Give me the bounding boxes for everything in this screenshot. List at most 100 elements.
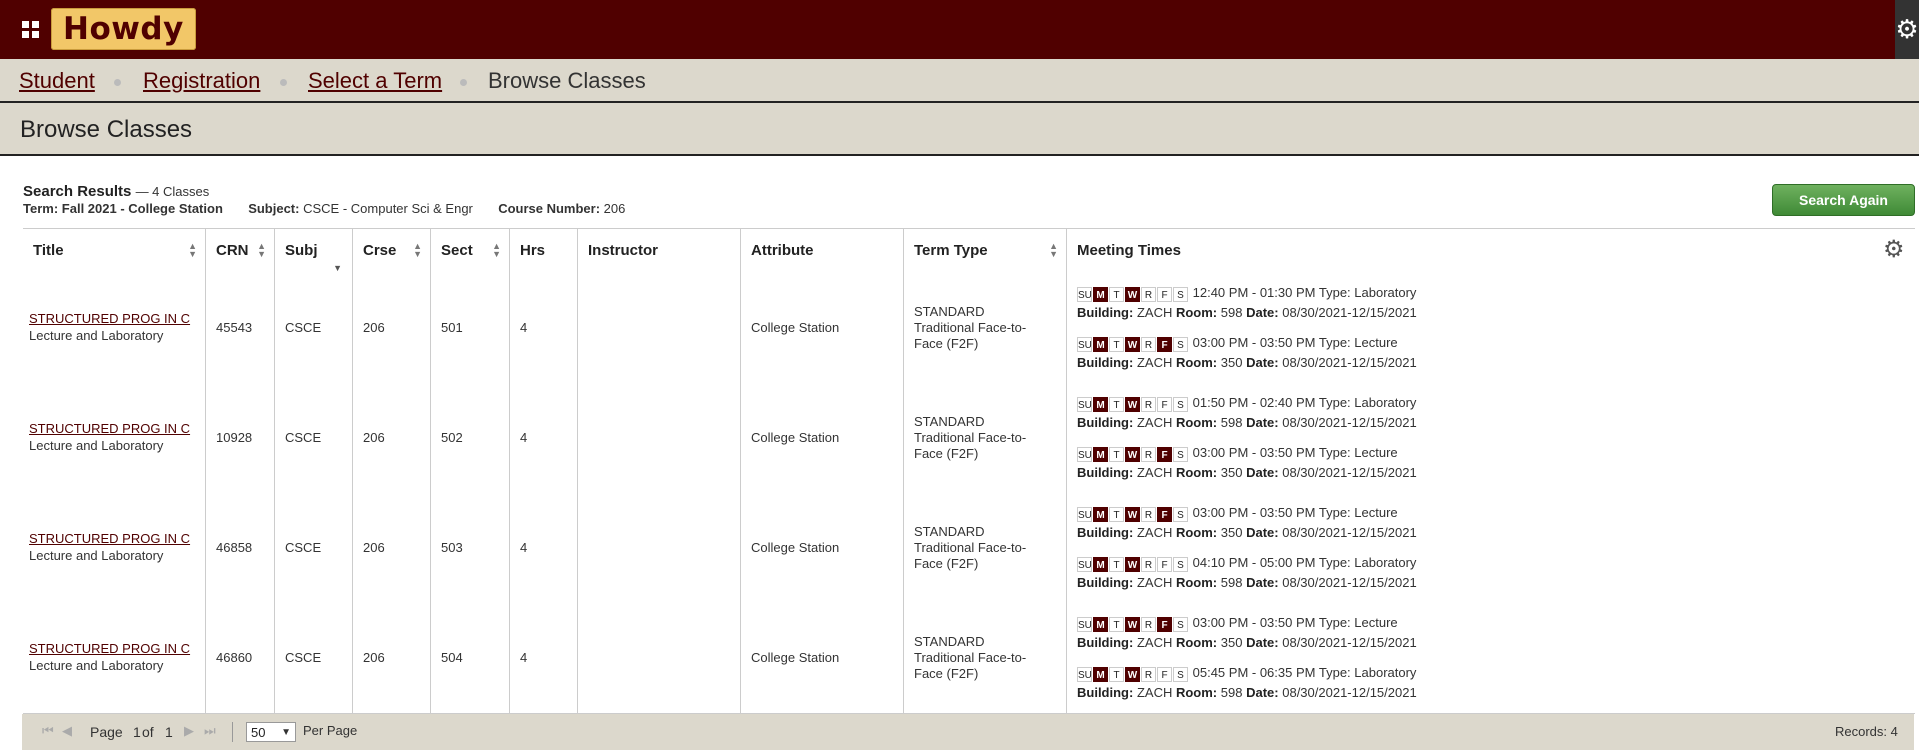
day-indicator: M bbox=[1093, 556, 1108, 572]
per-page-select[interactable]: 50 ▼ bbox=[246, 722, 296, 742]
building-value: ZACH bbox=[1136, 575, 1173, 590]
meeting-type: Lecture bbox=[1354, 615, 1398, 630]
crse-cell: 206 bbox=[353, 383, 431, 493]
column-header-crse[interactable]: Crse ▲ ▼ bbox=[353, 229, 431, 273]
sect-cell-value: 504 bbox=[441, 650, 463, 665]
day-indicator: T bbox=[1109, 616, 1124, 632]
meeting-time: 03:00 PM - 03:50 PM bbox=[1192, 335, 1316, 350]
page-current[interactable]: 1 bbox=[133, 724, 141, 740]
day-indicator: F bbox=[1157, 286, 1172, 302]
meeting-time: 03:00 PM - 03:50 PM bbox=[1192, 445, 1316, 460]
subject-label: Subject: bbox=[248, 201, 300, 216]
attribute-cell: College Station bbox=[741, 273, 904, 383]
meeting-time: 05:45 PM - 06:35 PM bbox=[1192, 665, 1316, 680]
building-label: Building: bbox=[1077, 305, 1134, 320]
course-number-value: 206 bbox=[603, 201, 626, 216]
day-indicator: S bbox=[1173, 446, 1188, 462]
crse-cell: 206 bbox=[353, 603, 431, 713]
previous-page-icon[interactable]: ◀ bbox=[62, 723, 72, 739]
day-indicator: W bbox=[1125, 506, 1140, 522]
column-header-crn[interactable]: CRN ▲ ▼ bbox=[206, 229, 275, 273]
attribute-cell-value: College Station bbox=[751, 540, 840, 555]
day-indicator: M bbox=[1093, 446, 1108, 462]
crn-cell-value: 10928 bbox=[216, 430, 253, 445]
course-title-link[interactable]: STRUCTURED PROG IN C bbox=[29, 311, 190, 326]
last-page-icon[interactable]: ⏭ bbox=[204, 723, 216, 739]
page-of-label: of bbox=[142, 724, 154, 740]
column-header-sect[interactable]: Sect ▲ ▼ bbox=[431, 229, 510, 273]
first-page-icon[interactable]: ⏮ bbox=[42, 723, 54, 739]
day-indicator: W bbox=[1125, 616, 1140, 632]
table-row[interactable]: STRUCTURED PROG IN C Lecture and Laborat… bbox=[23, 383, 1915, 494]
term-type-value: STANDARD Traditional Face-to-Face (F2F) bbox=[914, 414, 1027, 461]
column-header-title[interactable]: Title ▲ ▼ bbox=[23, 229, 206, 273]
page-title: Browse Classes bbox=[20, 116, 193, 143]
attribute-cell: College Station bbox=[741, 383, 904, 493]
day-indicator: T bbox=[1109, 286, 1124, 302]
date-value: 08/30/2021-12/15/2021 bbox=[1282, 415, 1417, 430]
search-criteria: Term: Fall 2021 - College Station Subjec… bbox=[23, 201, 625, 216]
column-settings-gear-icon[interactable]: ⚙ bbox=[1883, 237, 1905, 263]
table-row[interactable]: STRUCTURED PROG IN C Lecture and Laborat… bbox=[23, 273, 1915, 384]
meeting-time: 01:50 PM - 02:40 PM bbox=[1192, 395, 1316, 410]
breadcrumb-registration[interactable]: Registration bbox=[143, 68, 260, 94]
day-indicator: SU bbox=[1077, 506, 1092, 522]
meeting-times-cell: SU M T W R F S 03:00 PM - 03:50 PM Type: Lectu… bbox=[1067, 603, 1915, 713]
term-type-cell: STANDARD Traditional Face-to-Face (F2F) bbox=[904, 603, 1067, 713]
table-header-row: Title ▲ ▼ CRN ▲ ▼ Subj ▼ Crse ▲ ▼ Sect ▲ ▼ H… bbox=[23, 228, 1915, 274]
sort-icon[interactable]: ▲ ▼ bbox=[1049, 242, 1058, 259]
course-title-link[interactable]: STRUCTURED PROG IN C bbox=[29, 531, 190, 546]
meeting-type: Laboratory bbox=[1354, 395, 1417, 410]
meeting-type: Laboratory bbox=[1354, 285, 1417, 300]
search-results-heading: Search Results — 4 Classes bbox=[23, 183, 209, 200]
room-value: 598 bbox=[1220, 305, 1243, 320]
sort-icon[interactable]: ▲ ▼ bbox=[188, 242, 197, 259]
day-indicator: S bbox=[1173, 556, 1188, 572]
day-indicator: F bbox=[1157, 336, 1172, 352]
column-header-label: Attribute bbox=[751, 242, 814, 259]
breadcrumb-select-term[interactable]: Select a Term bbox=[308, 68, 442, 94]
apps-grid-icon[interactable] bbox=[22, 21, 39, 38]
meeting-type: Lecture bbox=[1354, 505, 1398, 520]
pagination-bar: ⏮ ◀ Page 1 of 1 ▶ ⏭ 50 ▼ Per Page Record… bbox=[22, 714, 1914, 750]
day-indicator: SU bbox=[1077, 286, 1092, 302]
day-indicator: W bbox=[1125, 396, 1140, 412]
sort-icon[interactable]: ▲ ▼ bbox=[492, 242, 501, 259]
date-label: Date: bbox=[1246, 355, 1279, 370]
search-again-button[interactable]: Search Again bbox=[1772, 184, 1915, 216]
howdy-logo[interactable]: Howdy bbox=[51, 8, 196, 50]
day-indicator: S bbox=[1173, 396, 1188, 412]
course-subtitle: Lecture and Laboratory bbox=[29, 548, 164, 563]
column-header-instructor: Instructor bbox=[578, 229, 741, 273]
pagination-divider bbox=[232, 722, 233, 742]
attribute-cell: College Station bbox=[741, 603, 904, 713]
day-indicator: SU bbox=[1077, 666, 1092, 682]
meeting-type-label: Type: bbox=[1318, 445, 1351, 460]
table-row[interactable]: STRUCTURED PROG IN C Lecture and Laborat… bbox=[23, 603, 1915, 714]
sort-icon[interactable]: ▲ ▼ bbox=[257, 242, 266, 259]
hrs-cell-value: 4 bbox=[520, 540, 528, 555]
day-indicator: S bbox=[1173, 616, 1188, 632]
table-row[interactable]: STRUCTURED PROG IN C Lecture and Laborat… bbox=[23, 493, 1915, 604]
course-title-link[interactable]: STRUCTURED PROG IN C bbox=[29, 421, 190, 436]
course-title-link[interactable]: STRUCTURED PROG IN C bbox=[29, 641, 190, 656]
column-header-label: Title bbox=[33, 242, 64, 259]
breadcrumb-student[interactable]: Student bbox=[19, 68, 95, 94]
date-value: 08/30/2021-12/15/2021 bbox=[1282, 305, 1417, 320]
next-page-icon[interactable]: ▶ bbox=[184, 723, 194, 739]
hrs-cell: 4 bbox=[510, 493, 578, 603]
meeting-type: Lecture bbox=[1354, 335, 1398, 350]
day-indicator: SU bbox=[1077, 396, 1092, 412]
column-header-term-type[interactable]: Term Type ▲ ▼ bbox=[904, 229, 1067, 273]
title-cell: STRUCTURED PROG IN C Lecture and Laborat… bbox=[23, 273, 206, 383]
column-header-subj[interactable]: Subj ▼ bbox=[275, 229, 353, 273]
building-value: ZACH bbox=[1136, 525, 1173, 540]
sort-icon[interactable]: ▲ ▼ bbox=[413, 242, 422, 259]
date-value: 08/30/2021-12/15/2021 bbox=[1282, 575, 1417, 590]
crse-cell: 206 bbox=[353, 273, 431, 383]
day-indicator: T bbox=[1109, 396, 1124, 412]
room-label: Room: bbox=[1175, 415, 1218, 430]
date-label: Date: bbox=[1246, 635, 1279, 650]
meeting-days: SU M T W R F S bbox=[1077, 555, 1189, 573]
gear-icon[interactable]: ⚙ bbox=[1895, 0, 1919, 59]
